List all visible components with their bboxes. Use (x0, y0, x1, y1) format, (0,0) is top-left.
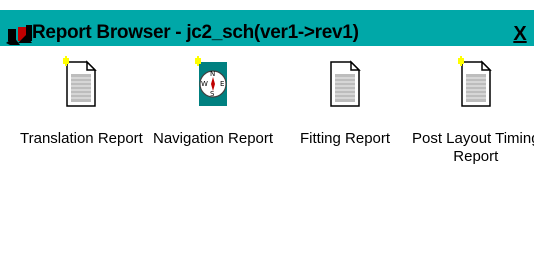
label-line-2: Report (453, 148, 499, 165)
post-layout-timing-report-item[interactable]: Post Layout Timing Report (412, 54, 534, 166)
document-icon[interactable] (61, 54, 101, 110)
svg-text:S: S (210, 90, 215, 98)
svg-text:W: W (201, 80, 208, 88)
navigation-report-item[interactable]: N W E S Navigation Report (153, 54, 273, 148)
fitting-report-label: Fitting Report (300, 130, 391, 147)
close-button[interactable]: X (509, 23, 531, 45)
svg-text:N: N (210, 70, 215, 78)
navigation-report-label: Navigation Report (153, 130, 274, 147)
window-title: Report Browser - jc2_sch(ver1->rev1) (32, 22, 359, 43)
document-icon[interactable] (325, 54, 365, 110)
report-browser-window: Report Browser - jc2_sch(ver1->rev1) X T… (0, 0, 534, 276)
post-layout-timing-report-label: Post Layout Timing Report (412, 130, 534, 166)
fitting-report-item[interactable]: Fitting Report (300, 54, 390, 148)
translation-report-item[interactable]: Translation Report (20, 54, 143, 148)
label-line-1: Post Layout Timing (412, 130, 534, 147)
svg-text:E: E (220, 80, 224, 88)
document-icon[interactable] (456, 54, 496, 110)
translation-report-label: Translation Report (20, 130, 143, 147)
compass-icon[interactable]: N W E S (193, 54, 233, 110)
title-bar[interactable]: Report Browser - jc2_sch(ver1->rev1) X (0, 0, 534, 46)
